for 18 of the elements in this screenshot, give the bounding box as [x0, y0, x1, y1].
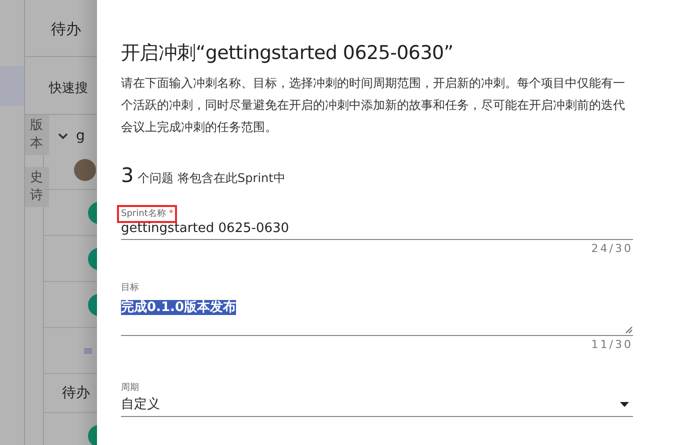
search-label: 快速搜 — [49, 81, 88, 96]
dialog-title: 开启冲刺“gettingstarted 0625-0630” — [121, 41, 454, 66]
section-heading: 待办 — [62, 384, 90, 402]
issue-count: 3 — [121, 163, 134, 187]
field-label: Sprint名称 * — [117, 205, 178, 223]
field-label: 目标 — [120, 282, 140, 295]
side-tab[interactable]: 版本 — [30, 115, 43, 155]
group-name: g — [76, 128, 85, 144]
name-field[interactable]: gettingstarted 0625-0630 — [121, 220, 633, 240]
character-counter: 11/30 — [591, 338, 633, 351]
description: 请在下面输入冲刺名称、目标，选择冲刺的时间周期范围，开启新的冲刺。每个项目中仅能有一个活跃的冲刺，同时尽量避免在开启的冲刺中添加新的故事和任务，尽可能在开启冲刺前的迭代会议上完成冲刺的任务范围。 — [121, 75, 626, 136]
period-select[interactable]: 自定义 — [121, 394, 633, 417]
character-counter: 24/30 — [591, 242, 633, 255]
side-tab[interactable]: 史诗 — [30, 167, 43, 207]
issue-count-text: 个问题 将包含在此Sprint中 — [138, 170, 286, 187]
field-label: 周期 — [120, 382, 140, 395]
goal-field[interactable]: 完成0.1.0版本发布 — [121, 294, 633, 336]
page-title: 待办 — [51, 20, 81, 38]
